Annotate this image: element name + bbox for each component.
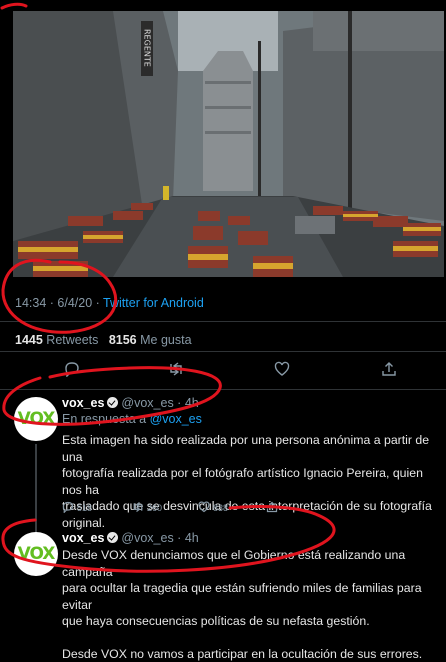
red-annotation-scribbles: [0, 2, 336, 573]
